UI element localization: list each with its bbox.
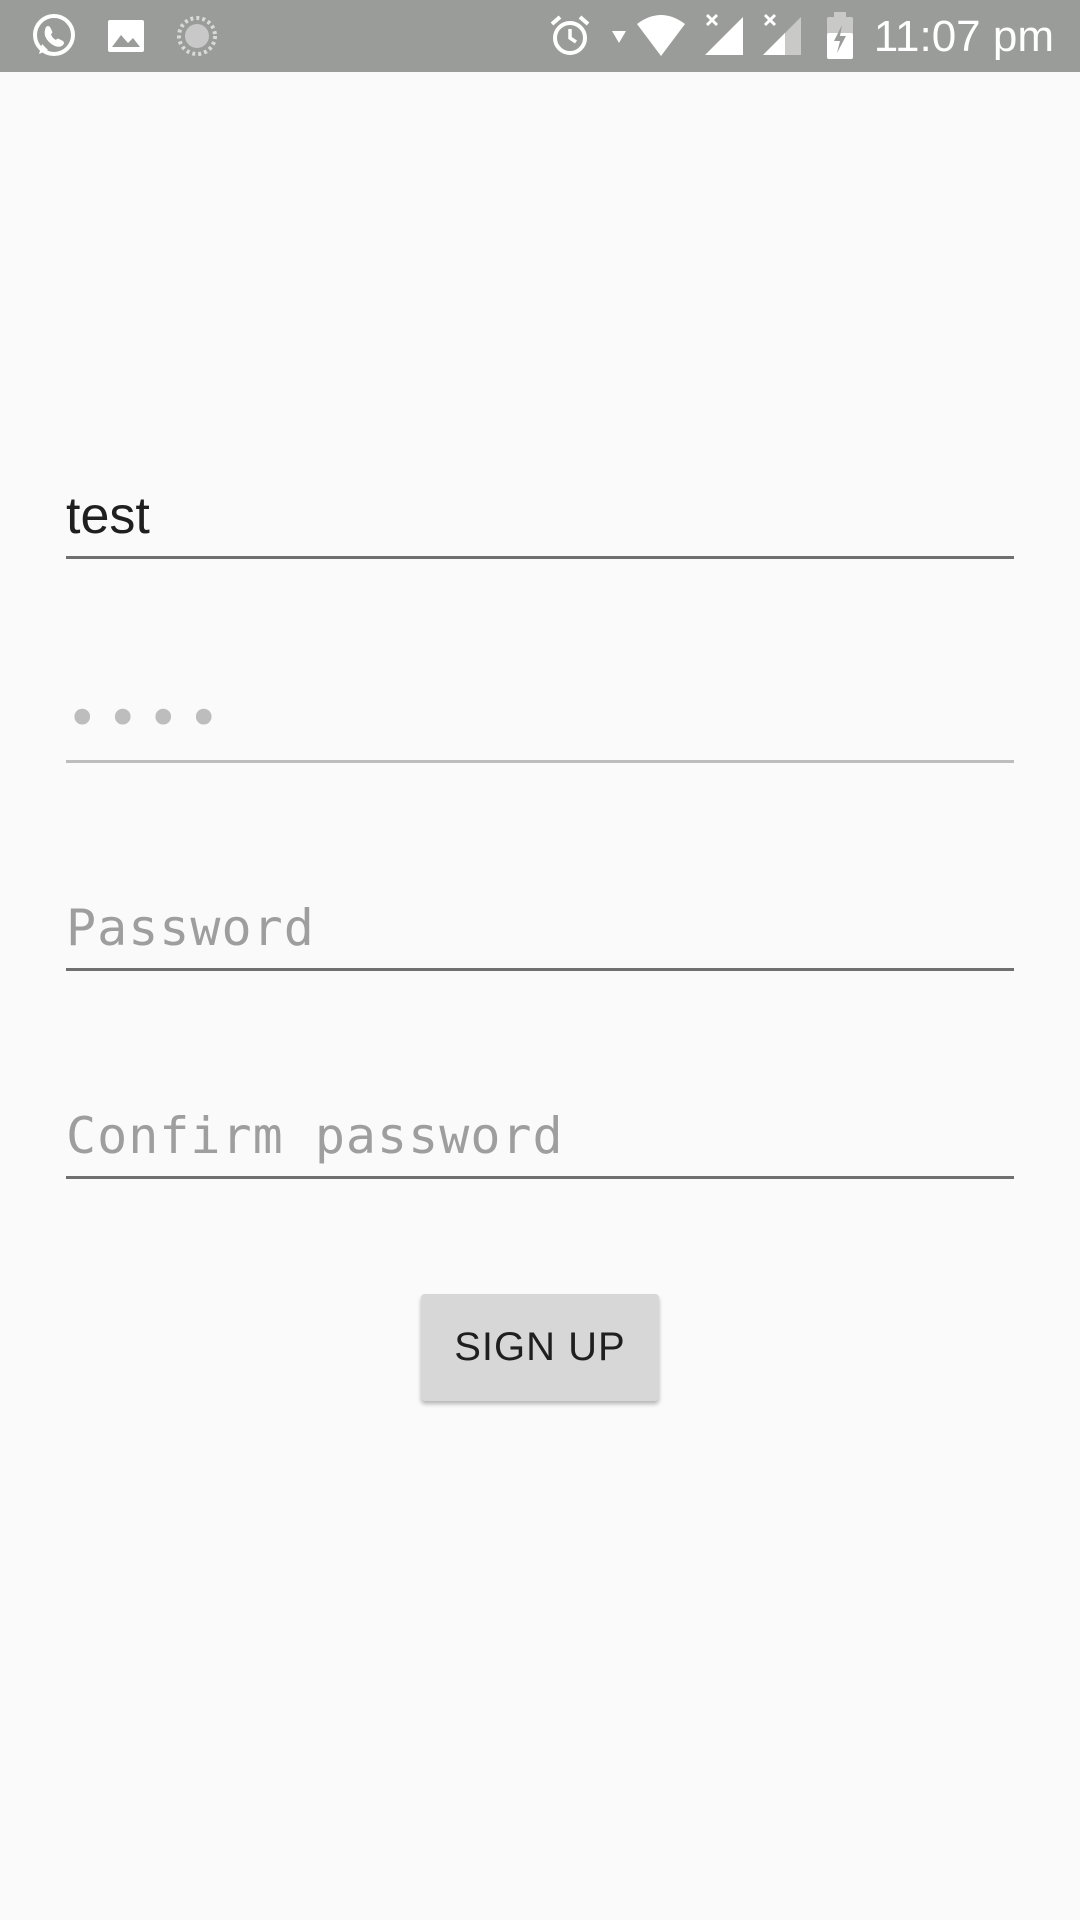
confirm-password-input[interactable] (66, 1096, 1014, 1176)
status-bar: 11:07 pm (0, 0, 1080, 72)
confirm-password-underline (66, 1176, 1014, 1179)
wifi-icon (634, 0, 688, 72)
gallery-icon (102, 0, 150, 72)
signal-icon (758, 0, 806, 72)
password-input[interactable] (66, 888, 1014, 968)
status-time: 11:07 pm (873, 12, 1054, 61)
username-field-group (66, 476, 1014, 559)
password-underline (66, 968, 1014, 971)
masked-underline (66, 760, 1014, 763)
username-underline (66, 556, 1014, 559)
alarm-icon (546, 0, 594, 72)
sign-up-button[interactable]: SIGN UP (421, 1294, 659, 1401)
signal-icon (700, 0, 748, 72)
confirm-password-field-group (66, 1096, 1014, 1179)
loading-icon (173, 0, 221, 72)
password-field-group (66, 888, 1014, 971)
masked-input[interactable] (66, 680, 1014, 760)
masked-field-group (66, 680, 1014, 763)
whatsapp-icon (26, 0, 82, 72)
battery-charging-icon (822, 0, 858, 72)
data-arrow-icon (607, 0, 631, 72)
username-input[interactable] (66, 476, 1014, 556)
